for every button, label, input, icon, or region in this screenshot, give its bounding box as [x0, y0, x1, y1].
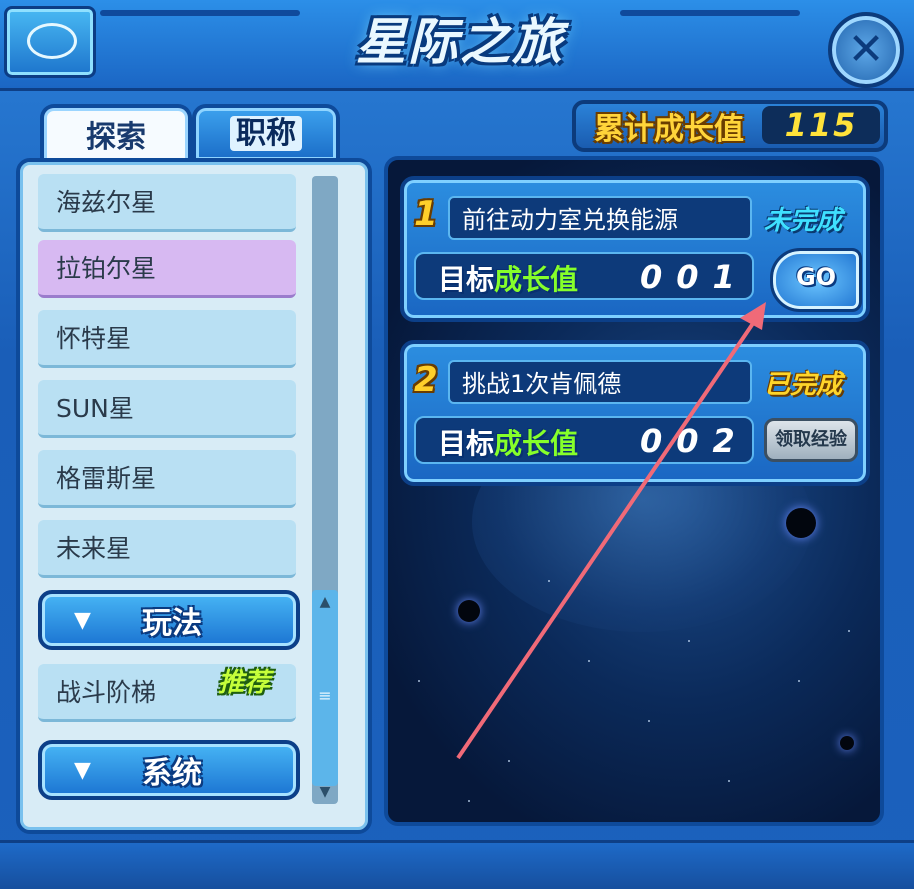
bottom-bar — [0, 840, 914, 889]
annotation-arrow-icon — [456, 302, 766, 760]
